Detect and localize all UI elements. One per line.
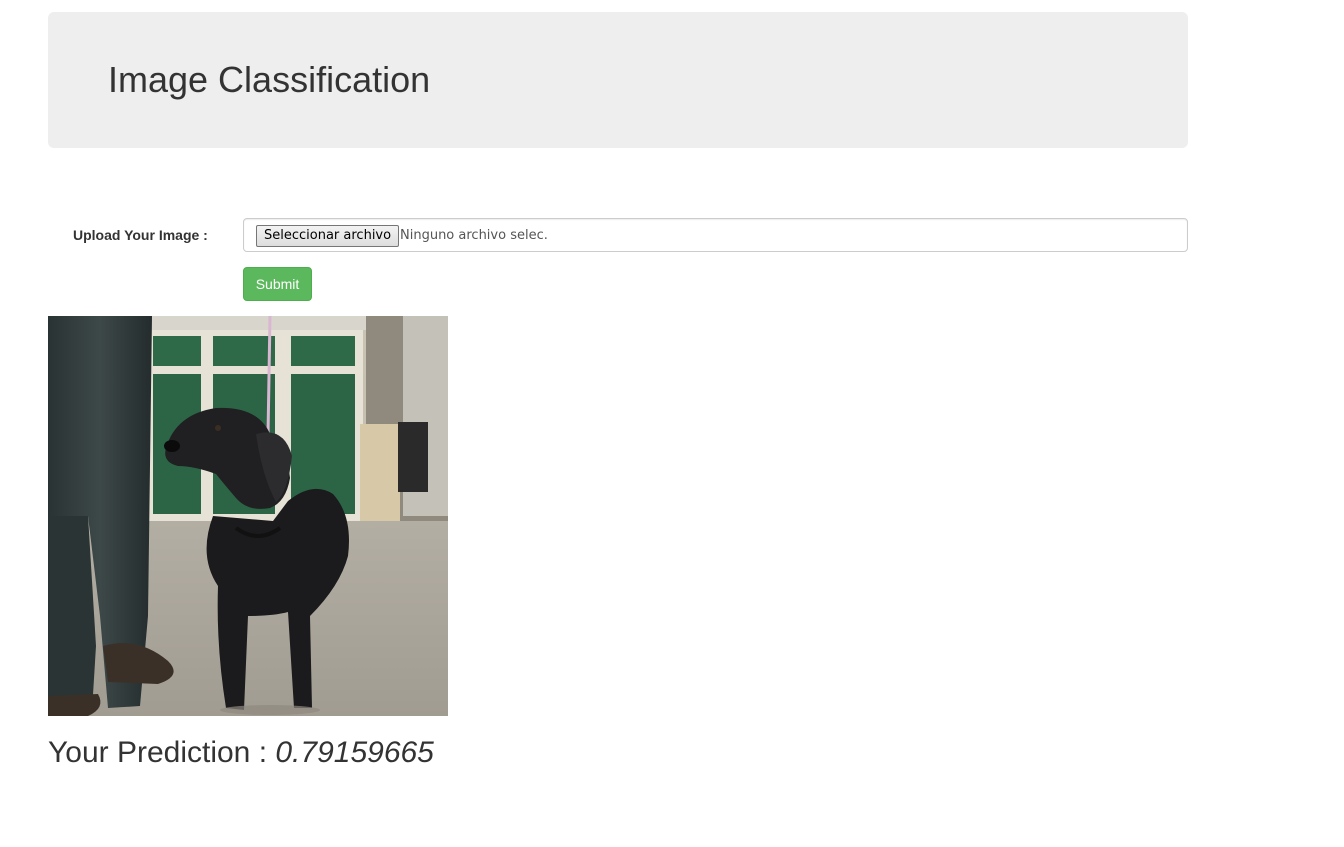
- upload-label: Upload Your Image :: [73, 227, 208, 243]
- submit-button[interactable]: Submit: [243, 267, 312, 301]
- file-status-text: Ninguno archivo selec.: [400, 228, 548, 243]
- file-input[interactable]: Seleccionar archivo Ninguno archivo sele…: [243, 218, 1188, 252]
- choose-file-button[interactable]: Seleccionar archivo: [256, 225, 400, 247]
- uploaded-image: [48, 316, 448, 716]
- page-title: Image Classification: [108, 59, 431, 100]
- page-header: Image Classification: [48, 12, 1188, 148]
- prediction-label: Your Prediction :: [48, 736, 268, 769]
- prediction-value: 0.79159665: [275, 736, 434, 769]
- prediction-result: Your Prediction : 0.79159665: [48, 733, 434, 773]
